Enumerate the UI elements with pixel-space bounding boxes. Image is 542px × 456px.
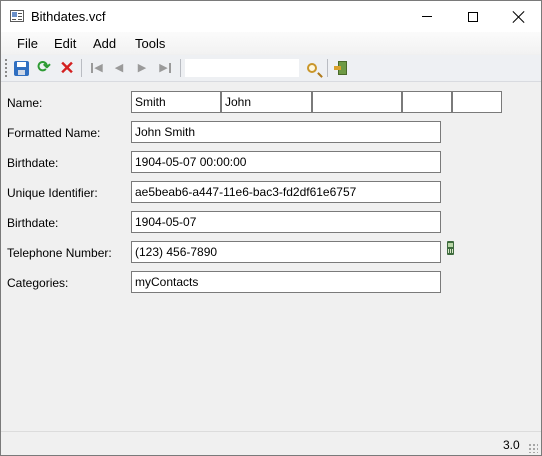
menu-tools[interactable]: Tools [135, 36, 165, 51]
window-title: Bithdates.vcf [31, 9, 106, 24]
categories-field[interactable] [131, 271, 441, 293]
close-button[interactable] [496, 1, 541, 32]
mobile-phone-icon [447, 241, 454, 255]
save-icon [13, 60, 29, 76]
maximize-button[interactable] [450, 1, 496, 32]
toolbar-separator [180, 59, 181, 77]
save-button[interactable] [11, 58, 31, 78]
categories-label: Categories: [7, 276, 69, 290]
name-suffix-field[interactable] [452, 91, 502, 113]
first-record-icon: ◀ [91, 62, 103, 74]
toolbar-search-input[interactable] [185, 59, 299, 77]
refresh-icon: ⟳ [37, 59, 51, 76]
menu-add[interactable]: Add [93, 36, 116, 51]
telephone-number-label: Telephone Number: [7, 246, 112, 260]
birthdate-date-field[interactable] [131, 211, 441, 233]
birthdate-label: Birthdate: [7, 156, 59, 170]
maximize-icon [468, 11, 478, 22]
delete-icon: ✕ [59, 58, 75, 78]
last-record-icon: ▶ [159, 62, 171, 74]
refresh-button[interactable]: ⟳ [34, 58, 54, 78]
last-record-button[interactable]: ▶ [155, 58, 175, 78]
search-icon [307, 63, 317, 73]
unique-identifier-field[interactable] [131, 181, 441, 203]
next-record-icon: ▶ [137, 61, 147, 74]
birthdate-label: Birthdate: [7, 216, 59, 230]
minimize-button[interactable] [404, 1, 450, 32]
unique-identifier-label: Unique Identifier: [7, 186, 98, 200]
status-bar: 3.0 [1, 431, 541, 455]
next-record-button[interactable]: ▶ [132, 58, 152, 78]
menu-bar: File Edit Add Tools [1, 32, 541, 54]
name-family-field[interactable] [131, 91, 221, 113]
name-label: Name: [7, 96, 43, 110]
telephone-number-field[interactable] [131, 241, 441, 263]
delete-button[interactable]: ✕ [57, 58, 77, 78]
toolbar-separator [327, 59, 328, 77]
previous-record-button[interactable]: ◀ [109, 58, 129, 78]
exit-icon [334, 61, 348, 75]
title-bar: Bithdates.vcf [1, 1, 541, 32]
first-record-button[interactable]: ◀ [87, 58, 107, 78]
app-window: Bithdates.vcf File Edit Add Tools ⟳ ✕ ◀ … [0, 0, 542, 456]
exit-button[interactable] [331, 58, 351, 78]
version-label: 3.0 [503, 438, 520, 452]
resize-grip-icon[interactable] [528, 443, 538, 453]
menu-edit[interactable]: Edit [54, 36, 76, 51]
close-icon [513, 11, 525, 23]
previous-record-icon: ◀ [114, 61, 124, 74]
toolbar-separator [81, 59, 82, 77]
search-button[interactable] [302, 58, 322, 78]
formatted-name-label: Formatted Name: [7, 126, 101, 140]
name-prefix-field[interactable] [402, 91, 452, 113]
name-additional-field[interactable] [312, 91, 402, 113]
minimize-icon [422, 16, 432, 17]
vcard-app-icon [10, 10, 24, 22]
toolbar-grip[interactable] [5, 59, 7, 77]
name-given-field[interactable] [221, 91, 312, 113]
formatted-name-field[interactable] [131, 121, 441, 143]
birthdate-datetime-field[interactable] [131, 151, 441, 173]
menu-file[interactable]: File [17, 36, 38, 51]
toolbar: ⟳ ✕ ◀ ◀ ▶ ▶ [1, 55, 541, 82]
